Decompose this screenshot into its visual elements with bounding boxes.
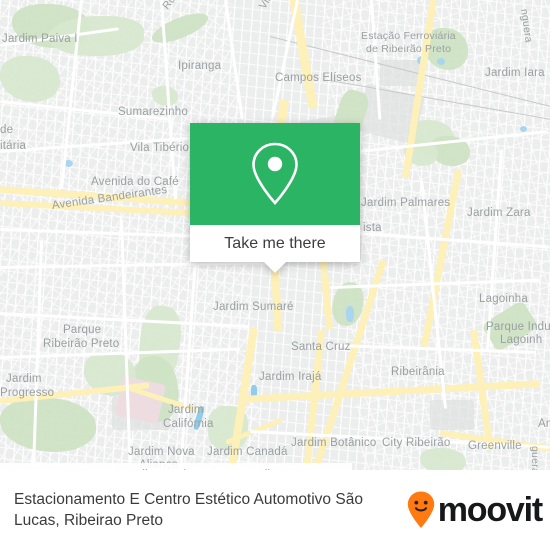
map-label: Jardim <box>6 373 42 385</box>
water-body <box>520 126 527 132</box>
map-label: An <box>538 418 550 430</box>
map-label: Jardim Palmares <box>361 197 451 209</box>
map-label: de Ribeirão Preto <box>366 43 452 55</box>
map-label: City Ribeirão <box>382 437 451 449</box>
map-label: Lagoinha <box>479 293 528 305</box>
map-label: Parque Indu <box>486 321 550 333</box>
map-label: Estação Ferroviária <box>361 30 456 42</box>
map-label: Jardim Irajá <box>259 371 322 383</box>
map-label: Ribeirão Preto <box>43 338 120 350</box>
district-shade <box>430 400 474 430</box>
map-label: Parque <box>63 324 102 336</box>
map-label: Santa Cruz <box>291 341 351 353</box>
park-area <box>420 448 466 470</box>
map-label: Jardim Iara <box>485 67 545 79</box>
map-label: Ipiranga <box>178 60 222 72</box>
popup-header <box>190 123 360 225</box>
water-body <box>437 58 445 65</box>
map-pin-icon <box>252 142 298 205</box>
map-page: Jardim Paiva I Ipiranga Sumarezinho Vila Ti… <box>0 0 550 550</box>
map-label: Vila Tibério <box>130 142 190 154</box>
water-body <box>346 306 354 322</box>
map-label: Jardim Canadá <box>207 446 288 458</box>
map-label: Califórnia <box>163 418 214 430</box>
moovit-logo[interactable]: moovit <box>406 490 543 530</box>
popup-action[interactable]: Take me there <box>190 225 360 262</box>
location-popup[interactable]: Take me there <box>190 123 360 273</box>
park-area <box>152 86 178 106</box>
map-label: Sumarezinho <box>118 106 188 118</box>
map-label: Jardim Botânico <box>291 437 377 449</box>
take-me-there-label: Take me there <box>224 234 326 252</box>
map-attribution: © OpenStreetMap contributors | © OpenMap… <box>0 463 352 470</box>
moovit-wordmark: moovit <box>437 490 543 529</box>
map-label: Lagoinh <box>500 334 543 346</box>
map-label: Jardim Paiva I <box>2 33 78 45</box>
footer-bar: Estacionamento E Centro Estético Automot… <box>0 470 550 550</box>
map-label: Jardim Nova <box>128 446 195 458</box>
moovit-pin-face-icon <box>407 491 434 528</box>
map-label: Greenville <box>468 440 522 452</box>
map-label: itária <box>0 140 27 152</box>
map-label: de <box>0 124 14 136</box>
map-label: Campos Elíseos <box>275 72 362 84</box>
popup-pointer <box>264 262 286 273</box>
map-canvas[interactable]: Jardim Paiva I Ipiranga Sumarezinho Vila Ti… <box>0 0 550 470</box>
map-label: Jardim Zara <box>467 207 531 219</box>
map-label: Ribeirânia <box>391 366 445 378</box>
map-label: Progresso <box>0 387 55 399</box>
map-label: ista <box>363 222 382 234</box>
map-label: Jardim <box>168 404 204 416</box>
place-title: Estacionamento E Centro Estético Automot… <box>14 491 363 529</box>
map-label: guera <box>529 446 541 470</box>
map-label: Jardim Sumaré <box>213 301 294 313</box>
